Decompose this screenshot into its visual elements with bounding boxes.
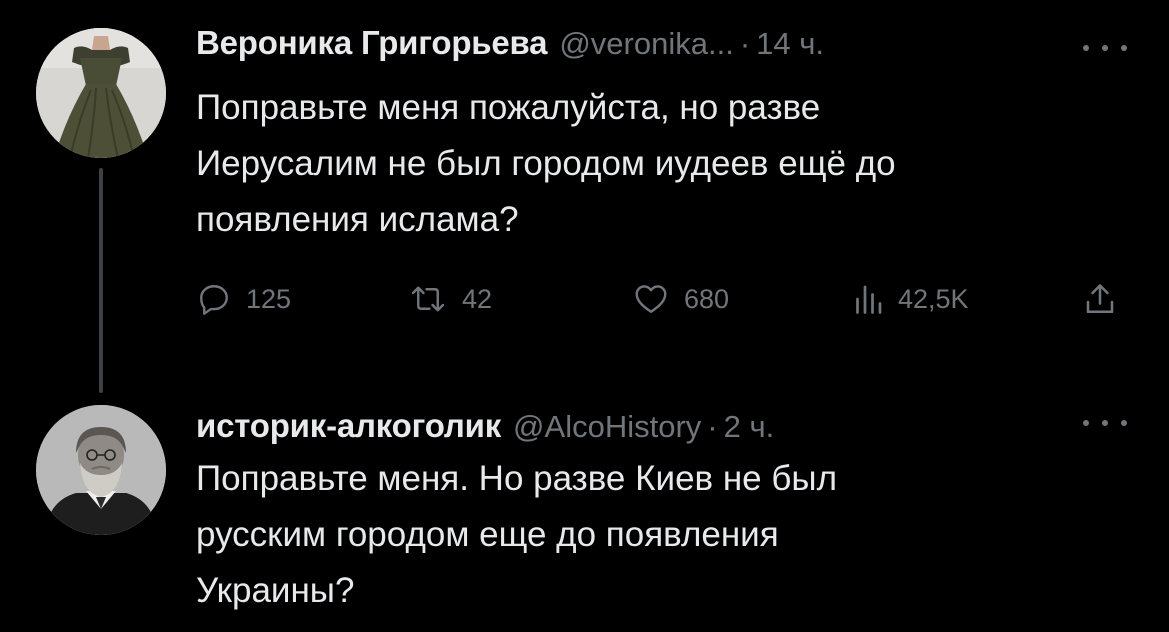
reply-count: 125 — [246, 283, 292, 314]
user-handle[interactable]: @AlcoHistory — [513, 409, 701, 445]
retweet-count: 42 — [462, 283, 493, 314]
retweet-button[interactable]: 42 — [408, 275, 492, 323]
views-count: 42,5K — [898, 283, 969, 314]
tweet-text-line: появления ислама? — [196, 200, 519, 239]
bearded-man-portrait-avatar — [36, 405, 166, 535]
user-handle[interactable]: @veronika... — [559, 26, 733, 62]
tweet-text-line: Иерусалим не был городом иудеев ещё до — [196, 144, 896, 183]
like-count: 680 — [684, 283, 730, 314]
tweet-text-line: Поправьте меня пожалуйста, но разве — [196, 88, 821, 127]
like-button[interactable]: 680 — [632, 275, 729, 323]
tweet-text-line: Поправьте меня. Но разве Киев не был — [196, 459, 837, 498]
avatar-alcohistory[interactable] — [36, 405, 166, 535]
tweet-text: Поправьте меня. Но разве Киев не был рус… — [196, 451, 1136, 619]
woman-in-green-dress-avatar — [36, 28, 166, 158]
separator-dot: · — [707, 409, 718, 444]
timestamp[interactable]: 14 ч. — [756, 26, 824, 62]
tweet-alcohistory[interactable]: историк-алкоголик @AlcoHistory · 2 ч. По… — [0, 395, 1169, 632]
retweet-icon — [411, 286, 445, 312]
avatar-veronika[interactable] — [36, 28, 166, 158]
heart-icon — [635, 285, 667, 313]
share-upload-icon — [1086, 284, 1114, 314]
share-button[interactable] — [1082, 275, 1118, 323]
tweet-actions-bar: 125 42 680 42,5K — [196, 275, 1136, 323]
tweet-header: историк-алкоголик @AlcoHistory · 2 ч. — [196, 407, 774, 451]
display-name[interactable]: Вероника Григорьева — [196, 24, 548, 62]
tweet-text-line: Украины? — [196, 571, 355, 610]
more-dots-icon[interactable] — [1083, 413, 1127, 433]
views-button[interactable]: 42,5K — [852, 275, 969, 323]
timestamp[interactable]: 2 ч. — [724, 409, 775, 445]
tweet-text: Поправьте меня пожалуйста, но разве Иеру… — [196, 80, 1136, 248]
tweet-text-line: русским городом еще до появления — [196, 515, 779, 554]
tweet-header: Вероника Григорьева @veronika... · 14 ч. — [196, 24, 824, 68]
separator-dot: · — [739, 26, 751, 61]
more-dots-icon[interactable] — [1083, 38, 1127, 58]
thread-connector-line — [99, 168, 103, 393]
display-name[interactable]: историк-алкоголик — [196, 407, 501, 445]
tweet-veronika[interactable]: Вероника Григорьева @veronika... · 14 ч.… — [0, 0, 1169, 395]
reply-icon — [200, 285, 228, 315]
reply-button[interactable]: 125 — [196, 275, 291, 323]
analytics-bars-icon — [856, 285, 882, 314]
